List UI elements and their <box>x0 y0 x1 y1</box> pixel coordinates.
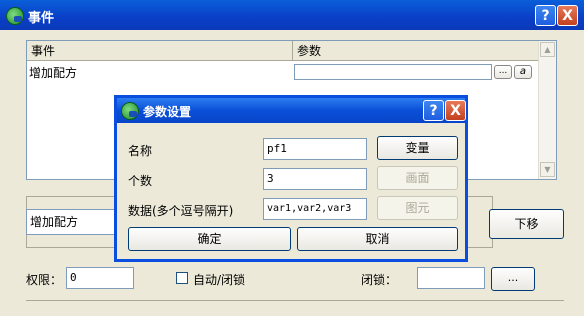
column-header-event[interactable]: 事件 <box>27 41 292 61</box>
app-icon <box>6 7 24 25</box>
param-text-button[interactable]: a <box>514 65 532 79</box>
name-label: 名称 <box>128 144 153 158</box>
table-row-event-cell[interactable]: 增加配方 <box>29 64 77 81</box>
element-button[interactable]: 图元 <box>377 196 458 220</box>
cancel-button[interactable]: 取消 <box>297 227 458 251</box>
separator <box>26 300 564 301</box>
column-header-param[interactable]: 参数 <box>292 41 540 61</box>
auto-lock-label: 自动/闭锁 <box>193 273 246 287</box>
auto-lock-checkbox[interactable] <box>176 272 188 284</box>
param-browse-button[interactable]: ... <box>494 65 512 79</box>
close-button[interactable]: X <box>557 5 578 26</box>
scroll-down-icon[interactable]: ▼ <box>540 162 555 177</box>
window-title: 事件 <box>28 11 55 26</box>
event-select[interactable]: 增加配方 <box>26 209 116 235</box>
lock-label: 闭锁： <box>361 273 398 287</box>
data-input[interactable]: var1,var2,var3 <box>263 198 367 220</box>
count-label: 个数 <box>128 174 153 188</box>
permission-input[interactable]: 0 <box>66 267 134 289</box>
dialog-help-button[interactable]: ? <box>423 100 444 121</box>
scroll-up-icon[interactable]: ▲ <box>540 42 555 57</box>
count-input[interactable]: 3 <box>263 168 367 190</box>
window-titlebar: 事件 ? X <box>0 0 584 30</box>
data-label: 数据(多个逗号隔开) <box>128 204 234 218</box>
param-settings-dialog: 参数设置 ? X 名称 pf1 变量 个数 3 画面 数据(多个逗号隔开) va… <box>114 95 468 262</box>
dialog-titlebar: 参数设置 ? X <box>117 98 466 123</box>
table-row-param-cell[interactable] <box>294 64 492 80</box>
help-button[interactable]: ? <box>535 5 556 26</box>
dialog-title: 参数设置 <box>143 105 192 119</box>
dialog-app-icon <box>121 102 139 120</box>
name-input[interactable]: pf1 <box>263 138 367 160</box>
variable-button[interactable]: 变量 <box>377 136 458 160</box>
lock-input[interactable] <box>417 267 485 289</box>
dialog-close-button[interactable]: X <box>445 100 466 121</box>
permission-label: 权限： <box>26 273 63 287</box>
screen-button[interactable]: 画面 <box>377 166 458 190</box>
ok-button[interactable]: 确定 <box>128 227 291 251</box>
vertical-scrollbar[interactable]: ▲ ▼ <box>538 41 556 179</box>
lock-browse-button[interactable]: ... <box>491 267 535 291</box>
move-down-button[interactable]: 下移 <box>489 209 564 239</box>
